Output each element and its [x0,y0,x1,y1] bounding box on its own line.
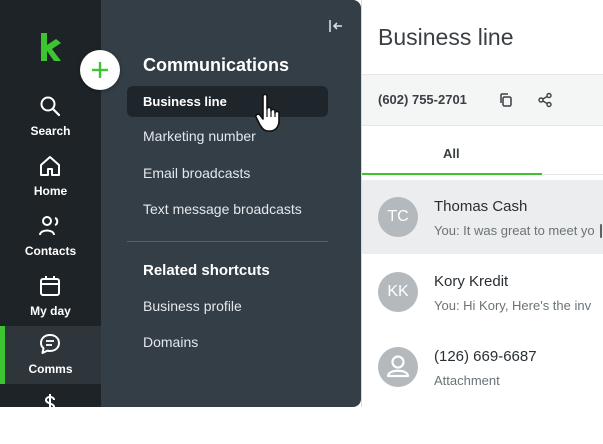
menu-item-marketing-number[interactable]: Marketing number [143,128,256,144]
menu-item-domains[interactable]: Domains [143,334,198,350]
message-preview: You: Hi Kory, Here's the inv [434,298,592,313]
rail-home[interactable]: Home [0,148,101,206]
chat-bubble-icon [40,334,60,354]
rail-label: Comms [28,362,73,376]
menu-item-business-profile[interactable]: Business profile [143,298,242,314]
rail-my-day[interactable]: My day [0,268,101,326]
conversation-row[interactable]: TC Thomas Cash You: It was great to meet… [362,180,603,254]
collapse-panel-icon[interactable] [327,17,345,35]
message-preview: Attachment [434,373,500,388]
home-icon [40,156,60,176]
conversation-row[interactable]: (126) 669-6687 Attachment [362,330,603,404]
related-shortcuts-heading: Related shortcuts [143,262,270,279]
avatar: KK [378,272,418,312]
contact-name: (126) 669-6687 [434,348,537,365]
rail-comms[interactable]: Comms [0,326,101,384]
rail-label: Contacts [24,244,77,258]
divider [127,241,328,242]
menu-item-email-broadcasts[interactable]: Email broadcasts [143,165,250,181]
person-icon [386,355,410,378]
share-icon[interactable] [537,92,553,108]
copy-icon[interactable] [498,92,514,108]
conversation-row[interactable]: KK Kory Kredit You: Hi Kory, Here's the … [362,255,603,329]
avatar [378,347,418,387]
tab-all[interactable]: All [362,130,542,175]
menu-item-text-broadcasts[interactable]: Text message broadcasts [143,201,302,217]
contact-name: Kory Kredit [434,273,509,290]
contact-name: Thomas Cash [434,198,528,215]
business-phone-number: (602) 755-2701 [378,92,467,107]
dollar-icon [44,394,56,413]
rail-label: My day [30,304,71,318]
menu-item-business-line[interactable]: Business line [127,86,328,117]
calendar-icon [40,276,60,296]
hand-pointer-icon [255,93,280,132]
rail-label: Home [33,184,68,198]
page-title: Business line [378,24,514,50]
contacts-icon [39,216,59,236]
main-panel: Business line (602) 755-2701 All TC Thom… [361,0,603,407]
rail-contacts[interactable]: Contacts [0,208,101,266]
conversation-tabs: All [362,130,603,175]
search-icon [40,96,61,117]
communications-flyout: Communications Business line Marketing n… [101,0,361,407]
rail-payments[interactable] [0,386,101,444]
rail-search[interactable]: Search [0,88,101,146]
tab-label: All [443,146,460,161]
plus-icon [92,62,108,78]
message-preview: You: It was great to meet yo [434,223,595,238]
flyout-heading: Communications [143,55,290,75]
create-button[interactable] [80,50,120,90]
keap-logo[interactable] [38,31,64,65]
scrollbar-thumb[interactable] [600,224,602,238]
rail-label: Search [30,124,71,138]
avatar: TC [378,197,418,237]
menu-item-label: Business line [143,94,227,109]
phone-bar: (602) 755-2701 [362,74,603,126]
